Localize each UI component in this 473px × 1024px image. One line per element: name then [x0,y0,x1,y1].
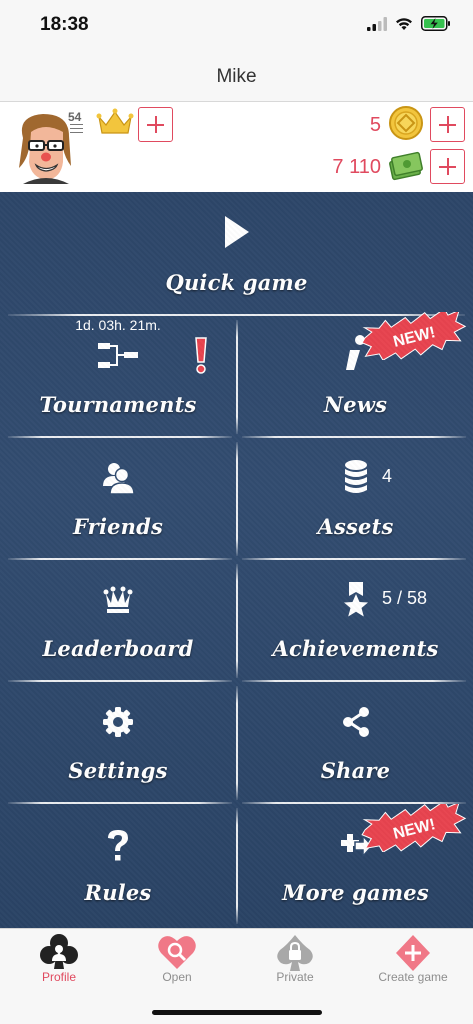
navigation-bar: Mike [0,52,473,102]
gold-coin-icon [389,106,423,140]
club-profile-icon [40,934,78,969]
spade-lock-icon [277,935,313,971]
home-indicator[interactable] [151,1010,322,1015]
achievements-button[interactable]: 5 / 58 Achievements [238,560,473,682]
tournament-bracket-icon [98,343,138,368]
level-number: 54 [68,110,82,124]
divider [236,564,238,678]
rules-button[interactable]: Rules [0,804,236,928]
diamond-plus-icon [396,935,430,971]
cellular-signal-icon [367,16,387,31]
tab-create-game[interactable]: Create game [354,929,472,991]
more-games-label: More games [282,880,429,905]
news-label: News [323,392,388,417]
status-bar: 18:38 [0,0,473,52]
gear-icon [103,707,133,737]
play-icon [224,216,249,248]
crown-icon [96,108,134,134]
tab-open[interactable]: Open [118,929,236,991]
coin-stack-icon [344,460,367,493]
coins-add-button[interactable] [430,107,465,142]
vip-add-button[interactable] [138,107,173,142]
battery-charging-icon [421,16,450,31]
wifi-icon [396,17,412,30]
divider [236,686,238,800]
star-ribbon-icon [343,582,368,617]
main-menu: Quick game 1d. 03h. 21m. Tournaments New… [0,192,473,928]
rules-label: Rules [84,880,152,905]
question-mark-icon [108,830,128,861]
divider [236,808,238,924]
cash-balance: 7 110 [332,156,381,178]
assets-button[interactable]: 4 Assets [238,438,473,560]
leaderboard-button[interactable]: Leaderboard [0,560,236,682]
assets-count: 4 [382,466,393,486]
quick-game-button[interactable]: Quick game [0,192,473,314]
divider [236,442,238,556]
new-badge-more-games: NEW! [361,804,467,852]
cash-add-button[interactable] [430,149,465,184]
tab-bar: Profile Open Private Create game [0,928,473,1024]
tab-create-game-label: Create game [378,970,448,984]
heart-search-icon [158,936,196,969]
tab-private-label: Private [276,970,314,984]
tab-profile[interactable]: Profile [0,929,118,991]
achievements-count: 5 / 58 [382,588,428,608]
quick-game-label: Quick game [165,270,308,295]
tab-open-label: Open [162,970,192,984]
tab-profile-label: Profile [41,970,76,984]
divider [236,320,238,434]
share-button[interactable]: Share [238,682,473,804]
settings-button[interactable]: Settings [0,682,236,804]
friends-icon [103,463,135,495]
cash-stack-icon [389,151,423,181]
friends-label: Friends [72,514,164,539]
share-icon [342,707,369,737]
assets-label: Assets [317,514,394,539]
achievements-label: Achievements [272,636,439,661]
tab-private[interactable]: Private [236,929,354,991]
tournaments-button[interactable]: Tournaments [0,316,236,438]
queen-crown-icon [103,586,133,613]
status-time: 18:38 [40,14,89,35]
leaderboard-label: Leaderboard [42,636,194,661]
coin-balance: 5 [369,114,381,136]
alert-icon [195,337,207,374]
share-label: Share [320,758,391,783]
status-icons [367,16,451,31]
page-title: Mike [216,66,257,87]
new-badge-news: NEW! [361,312,467,360]
level-progress-icon [70,124,83,136]
friends-button[interactable]: Friends [0,438,236,560]
tournaments-label: Tournaments [39,392,197,417]
profile-bar: 54 5 7 110 [0,102,473,192]
settings-label: Settings [68,758,168,783]
